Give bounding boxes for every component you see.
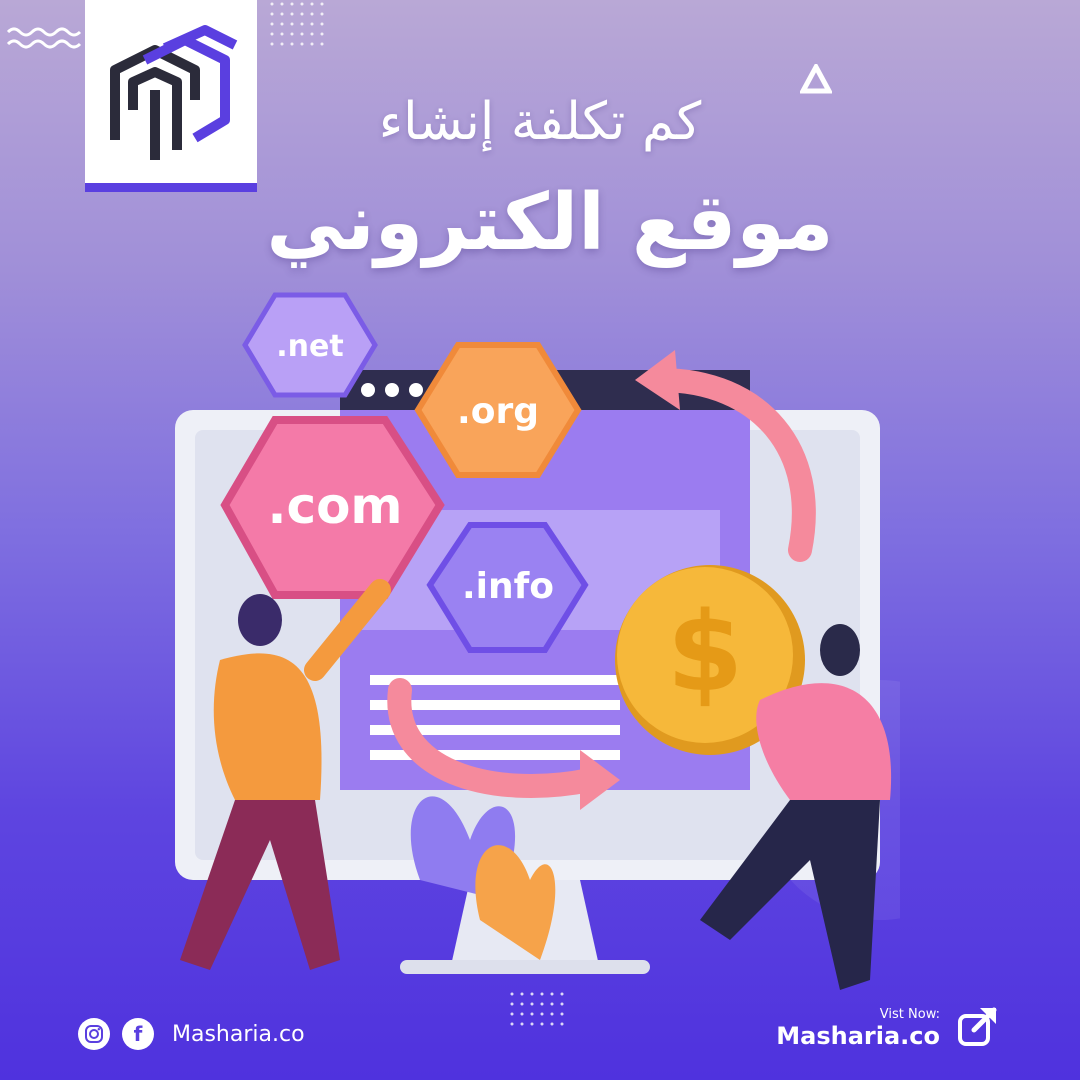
logo[interactable] (85, 0, 257, 192)
external-link-icon[interactable] (956, 1004, 1000, 1048)
facebook-icon[interactable]: f (122, 1018, 154, 1050)
wave-decoration-icon (6, 27, 82, 49)
dots-decoration-icon (270, 2, 324, 46)
social-footer: f Masharia.co (78, 1018, 305, 1050)
illustration: .net .org .com .info $ (175, 292, 900, 990)
brand-name[interactable]: Masharia.co (172, 1022, 305, 1047)
domain-label: .net (276, 329, 343, 364)
masharia-logo-icon (110, 25, 238, 160)
instagram-icon[interactable] (78, 1018, 110, 1050)
domain-hex-net: .net (242, 292, 378, 398)
brand-link[interactable]: Masharia.co (776, 1022, 940, 1050)
visit-label: Vist Now: (879, 1007, 940, 1022)
triangle-decoration-icon (800, 64, 832, 94)
domain-label: .info (462, 566, 554, 607)
domain-label: .com (267, 477, 402, 535)
dots-decoration-icon (510, 992, 564, 1026)
domain-label: .org (457, 391, 539, 432)
page-title-line2: موقع الكتروني (266, 178, 834, 268)
page-title-line1: كم تكلفة إنشاء (378, 92, 702, 152)
visit-footer[interactable]: Vist Now: Masharia.co (776, 1007, 1000, 1050)
svg-text:$: $ (667, 588, 744, 716)
